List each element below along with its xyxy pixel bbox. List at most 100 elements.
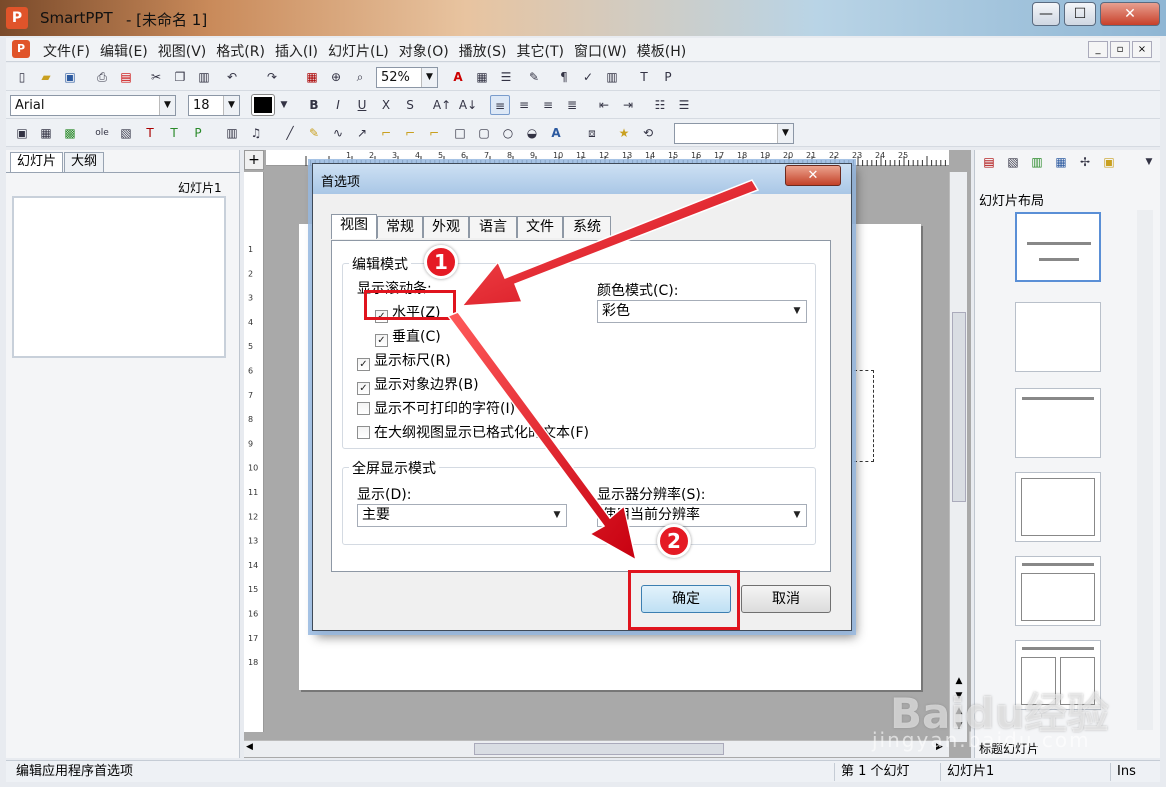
color-dropdown-icon[interactable]: ▼ bbox=[274, 95, 294, 115]
layout-title-slide[interactable] bbox=[1015, 212, 1101, 282]
connector-icon[interactable]: ⌐ bbox=[376, 123, 396, 143]
print-icon[interactable]: ⎙ bbox=[92, 67, 112, 87]
close-window-button[interactable]: ✕ bbox=[1100, 2, 1160, 26]
layout-title-only[interactable] bbox=[1015, 388, 1101, 458]
copy-icon[interactable]: ❐ bbox=[170, 67, 190, 87]
slide-thumbnail[interactable] bbox=[12, 196, 226, 358]
horizontal-scrollbar[interactable]: ◀ ▶ bbox=[244, 740, 949, 757]
insert-sound-icon[interactable]: ♫ bbox=[246, 123, 266, 143]
insert-ole-icon[interactable]: ole bbox=[92, 123, 112, 143]
redo-icon[interactable]: ↷ bbox=[262, 67, 282, 87]
effects-icon[interactable]: ★ bbox=[614, 123, 634, 143]
spell-check-icon[interactable]: ✓ bbox=[578, 67, 598, 87]
menu-slide[interactable]: 幻灯片(L) bbox=[323, 41, 394, 61]
tab-outline[interactable]: 大纲 bbox=[64, 152, 105, 172]
bold-icon[interactable]: B bbox=[304, 95, 324, 115]
style-combo[interactable]: ▼ bbox=[674, 123, 794, 144]
show-bounds-checkbox[interactable]: ✓ 显示对象边界(B) bbox=[357, 374, 479, 395]
menu-other[interactable]: 其它(T) bbox=[512, 41, 569, 61]
font-family-combo[interactable]: Arial ▼ bbox=[10, 95, 176, 116]
outline-formatted-checkbox[interactable]: 在大纲视图显示已格式化的文本(F) bbox=[357, 422, 589, 442]
new-icon[interactable]: ▯ bbox=[12, 67, 32, 87]
zoom-icon[interactable]: ⌕ bbox=[350, 67, 370, 87]
bullets-icon[interactable]: ☷ bbox=[650, 95, 670, 115]
minimize-button[interactable]: — bbox=[1032, 2, 1060, 26]
mdi-minimize-icon[interactable]: _ bbox=[1088, 41, 1108, 58]
select-all-icon[interactable]: ▣ bbox=[12, 123, 32, 143]
cancel-button[interactable]: 取消 bbox=[741, 585, 831, 613]
vertical-scrollbar-checkbox[interactable]: ✓ 垂直(C) bbox=[375, 326, 441, 347]
menu-format[interactable]: 格式(R) bbox=[211, 41, 270, 61]
show-ruler-checkbox[interactable]: ✓ 显示标尺(R) bbox=[357, 350, 451, 371]
maximize-button[interactable]: ☐ bbox=[1064, 2, 1096, 26]
decrease-indent-icon[interactable]: ⇤ bbox=[594, 95, 614, 115]
insert-movie-icon[interactable]: ▥ bbox=[222, 123, 242, 143]
mdi-close-icon[interactable]: × bbox=[1132, 41, 1152, 58]
menu-edit[interactable]: 编辑(E) bbox=[95, 41, 153, 61]
display-select[interactable]: 主要 ▼ bbox=[357, 504, 567, 527]
layout-frame[interactable] bbox=[1015, 472, 1101, 542]
layout-scrollbar[interactable] bbox=[1137, 210, 1153, 730]
insert-chart-icon[interactable]: ▧ bbox=[116, 123, 136, 143]
app-menu-icon[interactable]: P bbox=[12, 40, 30, 58]
tab-view[interactable]: 视图 bbox=[331, 214, 377, 239]
layout-blank[interactable] bbox=[1015, 302, 1101, 372]
resolution-select[interactable]: 使用当前分辨率 ▼ bbox=[597, 504, 807, 527]
menu-insert[interactable]: 插入(I) bbox=[270, 41, 323, 61]
tab-appearance[interactable]: 外观 bbox=[423, 216, 469, 238]
shapes-icon[interactable]: ◒ bbox=[522, 123, 542, 143]
align-left-icon[interactable]: ≡ bbox=[490, 95, 510, 115]
shadow-icon[interactable]: S bbox=[400, 95, 420, 115]
layout-panel-icon[interactable]: ▤ bbox=[979, 152, 999, 172]
actual-size-icon[interactable]: ▦ bbox=[302, 67, 322, 87]
insert-picture-icon[interactable]: ▩ bbox=[60, 123, 80, 143]
dialog-close-button[interactable]: ✕ bbox=[785, 165, 841, 186]
tab-system[interactable]: 系统 bbox=[563, 216, 611, 238]
italic-icon[interactable]: I bbox=[328, 95, 348, 115]
grow-font-icon[interactable]: A↑ bbox=[432, 95, 452, 115]
format-painter-icon[interactable]: ✎ bbox=[524, 67, 544, 87]
layout-title-content[interactable] bbox=[1015, 556, 1101, 626]
vertical-scrollbar[interactable]: ▲ ▼ ▲ ▼ bbox=[949, 172, 967, 742]
rectangle-icon[interactable]: □ bbox=[450, 123, 470, 143]
line-icon[interactable]: ╱ bbox=[280, 123, 300, 143]
paste-icon[interactable]: ▥ bbox=[194, 67, 214, 87]
group-icon[interactable]: ⧈ bbox=[582, 123, 602, 143]
menu-file[interactable]: 文件(F) bbox=[38, 41, 95, 61]
wordart-icon[interactable]: A bbox=[546, 123, 566, 143]
zoom-combo[interactable]: 52% ▼ bbox=[376, 67, 438, 88]
increase-indent-icon[interactable]: ⇥ bbox=[618, 95, 638, 115]
scroll-left-icon[interactable]: ◀ bbox=[246, 742, 253, 752]
justify-icon[interactable]: ≣ bbox=[562, 95, 582, 115]
menu-object[interactable]: 对象(O) bbox=[394, 41, 454, 61]
insert-title-icon[interactable]: T bbox=[140, 123, 160, 143]
picture-frame-icon[interactable]: P bbox=[658, 67, 678, 87]
insert-text-icon[interactable]: T bbox=[164, 123, 184, 143]
open-icon[interactable]: ▰ bbox=[36, 67, 56, 87]
menu-template[interactable]: 模板(H) bbox=[632, 41, 691, 61]
tab-general[interactable]: 常规 bbox=[377, 216, 423, 238]
arrow-line-icon[interactable]: ↗ bbox=[352, 123, 372, 143]
list-icon[interactable]: ☰ bbox=[496, 67, 516, 87]
color-scheme-icon[interactable]: ▥ bbox=[1027, 152, 1047, 172]
underline-icon[interactable]: U bbox=[352, 95, 372, 115]
tab-file[interactable]: 文件 bbox=[517, 216, 563, 238]
transition-icon[interactable]: ▣ bbox=[1099, 152, 1119, 172]
table-icon[interactable]: ▦ bbox=[472, 67, 492, 87]
paragraph-icon[interactable]: ¶ bbox=[554, 67, 574, 87]
curve-icon[interactable]: ∿ bbox=[328, 123, 348, 143]
insert-table-icon[interactable]: ▦ bbox=[36, 123, 56, 143]
color-mode-select[interactable]: 彩色 ▼ bbox=[597, 300, 807, 323]
align-right-icon[interactable]: ≡ bbox=[538, 95, 558, 115]
strikethrough-icon[interactable]: X bbox=[376, 95, 396, 115]
insert-frame-icon[interactable]: P bbox=[188, 123, 208, 143]
menu-window[interactable]: 窗口(W) bbox=[569, 41, 632, 61]
scroll-thumb[interactable] bbox=[952, 312, 966, 502]
menu-view[interactable]: 视图(V) bbox=[153, 41, 212, 61]
chart-icon[interactable]: ▥ bbox=[602, 67, 622, 87]
animation-icon[interactable]: ✢ bbox=[1075, 152, 1095, 172]
cut-icon[interactable]: ✂ bbox=[146, 67, 166, 87]
background-icon[interactable]: ▦ bbox=[1051, 152, 1071, 172]
dialog-title-bar[interactable]: 首选项 ✕ bbox=[313, 164, 851, 194]
ellipse-icon[interactable]: ○ bbox=[498, 123, 518, 143]
